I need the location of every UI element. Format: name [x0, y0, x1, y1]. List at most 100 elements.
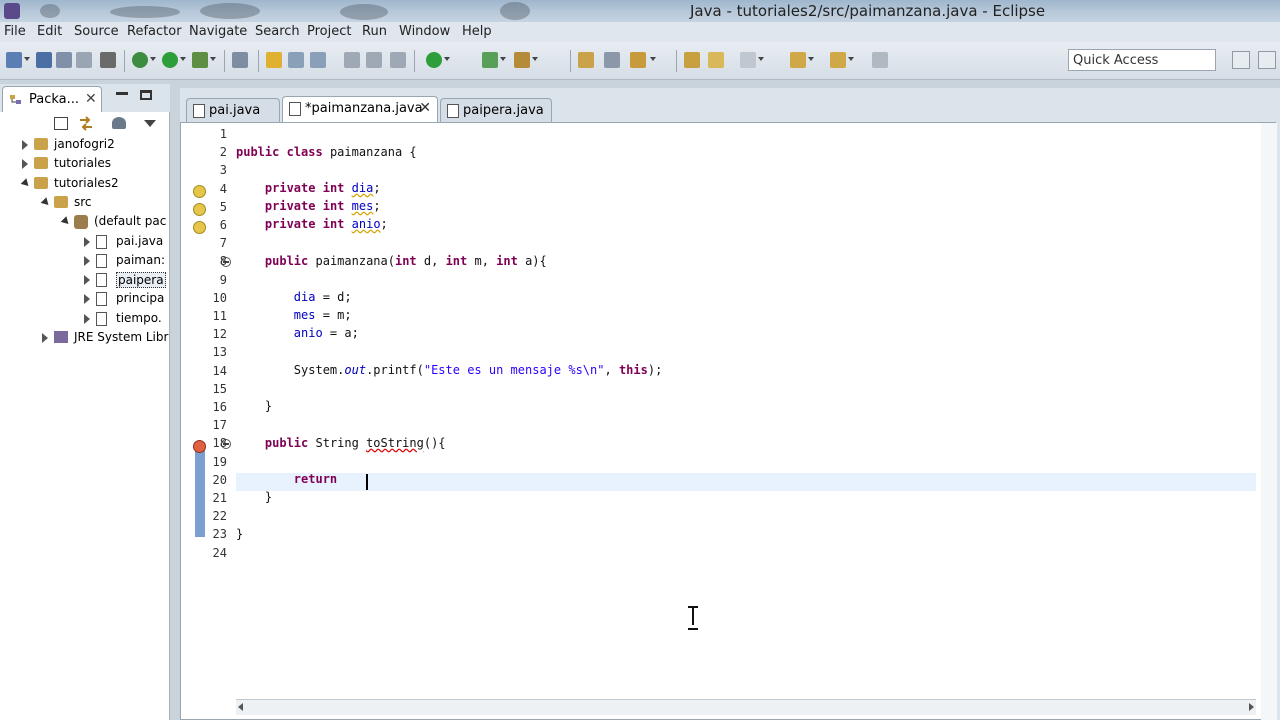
- chevron-down-icon[interactable]: [60, 216, 72, 227]
- tree-item[interactable]: paiman:: [0, 252, 170, 270]
- open-folder-icon[interactable]: [578, 52, 594, 68]
- menu-search[interactable]: Search: [255, 24, 300, 39]
- tree-item[interactable]: tutoriales: [0, 155, 170, 173]
- tree-item[interactable]: src: [0, 194, 170, 212]
- maximize-icon[interactable]: [872, 52, 888, 68]
- source-folder-icon: [54, 195, 68, 208]
- debug-icon[interactable]: [132, 52, 148, 68]
- line-number: 5: [219, 199, 227, 214]
- back-icon[interactable]: [740, 52, 756, 68]
- chevron-right-icon[interactable]: [84, 313, 90, 324]
- menu-source[interactable]: Source: [74, 24, 119, 39]
- chevron-down-icon[interactable]: [848, 57, 855, 62]
- terminal-icon[interactable]: [100, 52, 116, 68]
- java-perspective-icon[interactable]: [1258, 51, 1276, 69]
- toggle-breadcrumb-icon[interactable]: [390, 52, 406, 68]
- tab-label: pai.java: [209, 103, 261, 118]
- arrow-right-icon[interactable]: [830, 52, 846, 68]
- tab-package-explorer[interactable]: Packa... ✕: [2, 86, 102, 112]
- external-tools-icon[interactable]: [192, 52, 208, 68]
- arrow-left-icon[interactable]: [790, 52, 806, 68]
- chevron-down-icon[interactable]: [150, 57, 157, 62]
- chevron-right-icon[interactable]: [84, 294, 90, 305]
- keyword: public: [264, 436, 309, 450]
- tree-item[interactable]: principa: [0, 290, 170, 308]
- chevron-down-icon[interactable]: [808, 57, 815, 62]
- tree-item[interactable]: JRE System Libr: [0, 329, 170, 347]
- menu-edit[interactable]: Edit: [37, 24, 62, 39]
- tree-item[interactable]: (default pac: [0, 213, 170, 231]
- tree-item[interactable]: janofogri2: [0, 136, 170, 154]
- eclipse-app-icon: [4, 3, 20, 19]
- overview-ruler[interactable]: [1261, 123, 1277, 720]
- run-icon[interactable]: [162, 52, 178, 68]
- chevron-right-icon[interactable]: [22, 140, 28, 150]
- pencil-icon[interactable]: [630, 52, 646, 68]
- code-editor[interactable]: 1 2 3 4 5 6 7 8 9 10 11 12 13 14 15 16 17 18 19 20 21 22 23 24 …: [180, 122, 1277, 720]
- chevron-down-icon[interactable]: [532, 57, 539, 62]
- link-editor-icon[interactable]: [78, 116, 94, 131]
- tab-pai-java[interactable]: pai.java: [186, 98, 280, 122]
- chevron-down-icon[interactable]: [210, 57, 217, 62]
- chevron-down-icon[interactable]: [650, 57, 657, 62]
- close-icon[interactable]: ✕: [85, 91, 97, 107]
- last-edit-icon[interactable]: [684, 52, 700, 68]
- focus-icon[interactable]: [112, 117, 126, 129]
- open-perspective-icon[interactable]: [1232, 51, 1250, 69]
- close-icon[interactable]: ✕: [419, 100, 431, 116]
- scroll-left-icon[interactable]: [238, 703, 243, 711]
- new-class-icon[interactable]: [482, 52, 498, 68]
- keyword: public: [236, 145, 280, 159]
- view-menu-icon[interactable]: [144, 120, 156, 127]
- chevron-right-icon[interactable]: [84, 236, 90, 247]
- tree-item[interactable]: paipera: [0, 271, 170, 289]
- minimize-icon[interactable]: [116, 92, 128, 95]
- menu-navigate[interactable]: Navigate: [189, 24, 247, 39]
- menu-project[interactable]: Project: [307, 24, 351, 39]
- chevron-right-icon[interactable]: [84, 255, 90, 266]
- titlebar-shadow: [110, 6, 180, 18]
- chevron-down-icon[interactable]: [24, 57, 31, 62]
- tree-item[interactable]: pai.java: [0, 233, 170, 251]
- chevron-down-icon[interactable]: [180, 57, 187, 62]
- run-last-icon[interactable]: [426, 52, 442, 68]
- tree-item[interactable]: tiempo.: [0, 310, 170, 328]
- chevron-down-icon[interactable]: [20, 177, 32, 189]
- tab-paimanzana-java[interactable]: *paimanzana.java ✕: [282, 96, 438, 123]
- search-icon[interactable]: [604, 52, 620, 68]
- menu-refactor[interactable]: Refactor: [127, 24, 182, 39]
- scroll-right-icon[interactable]: [1249, 703, 1254, 711]
- save-all-icon[interactable]: [56, 52, 72, 68]
- horizontal-scrollbar[interactable]: [236, 699, 1256, 715]
- tab-paipera-java[interactable]: paipera.java: [440, 98, 552, 122]
- menu-help[interactable]: Help: [462, 24, 492, 39]
- open-type-icon[interactable]: [232, 52, 248, 68]
- show-whitespace-icon[interactable]: [366, 52, 382, 68]
- save-icon[interactable]: [36, 52, 52, 68]
- chevron-right-icon[interactable]: [84, 275, 90, 286]
- line-number: 24: [212, 545, 227, 560]
- chevron-down-icon[interactable]: [444, 57, 451, 62]
- print-icon[interactable]: [76, 52, 92, 68]
- code-line: public String toString(){: [236, 436, 446, 450]
- collapse-all-icon[interactable]: [54, 117, 68, 130]
- menu-file[interactable]: File: [4, 24, 26, 39]
- prev-annotation-icon[interactable]: [288, 52, 304, 68]
- toggle-mark-icon[interactable]: [266, 52, 282, 68]
- java-file-icon: [96, 234, 107, 249]
- quick-access-input[interactable]: Quick Access: [1068, 49, 1216, 71]
- toggle-block-icon[interactable]: [344, 52, 360, 68]
- new-package-icon[interactable]: [514, 52, 530, 68]
- menu-window[interactable]: Window: [399, 24, 450, 39]
- chevron-right-icon[interactable]: [22, 159, 28, 170]
- menu-run[interactable]: Run: [362, 24, 387, 39]
- tree-item[interactable]: tutoriales2: [0, 175, 170, 193]
- new-icon[interactable]: [6, 52, 22, 68]
- chevron-down-icon[interactable]: [40, 197, 52, 208]
- maximize-icon[interactable]: [140, 90, 152, 100]
- chevron-right-icon[interactable]: [42, 333, 48, 343]
- chevron-down-icon[interactable]: [500, 57, 507, 62]
- chevron-down-icon[interactable]: [758, 57, 765, 62]
- next-annotation-icon[interactable]: [310, 52, 326, 68]
- pin-icon[interactable]: [708, 52, 724, 68]
